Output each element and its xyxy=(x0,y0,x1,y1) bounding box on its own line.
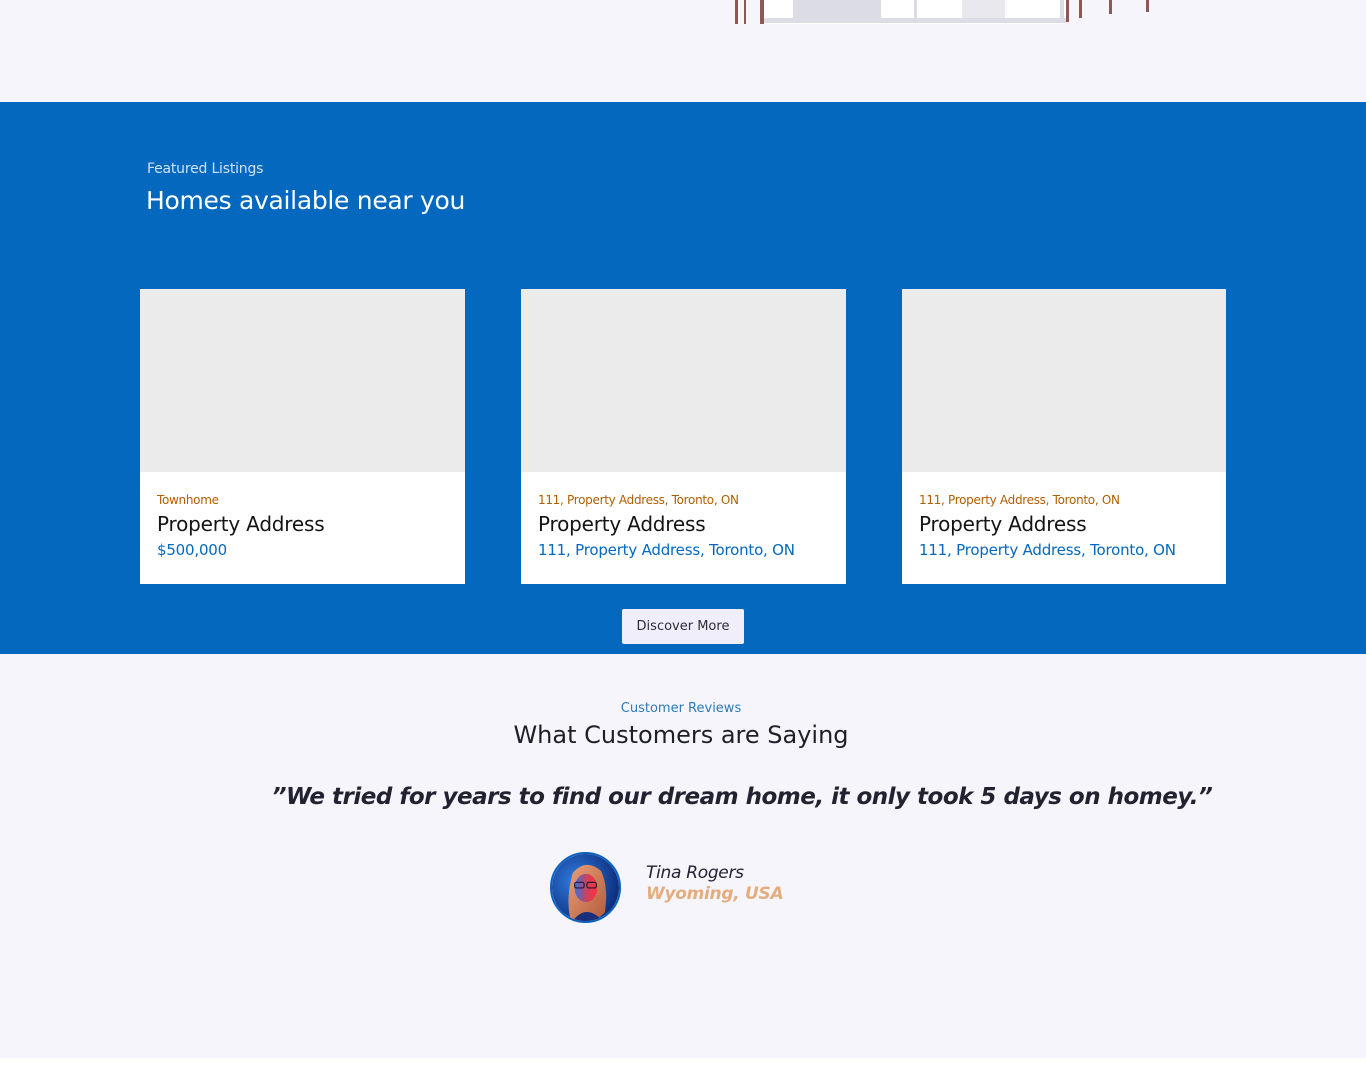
listing-card[interactable]: 111, Property Address, Toronto, ON Prope… xyxy=(902,289,1226,584)
listing-tag: 111, Property Address, Toronto, ON xyxy=(538,493,739,507)
listing-tag: 111, Property Address, Toronto, ON xyxy=(919,493,1120,507)
listing-type: Townhome xyxy=(157,493,219,507)
reviews-eyebrow: Customer Reviews xyxy=(620,701,742,716)
footer-edge xyxy=(0,1058,1366,1068)
reviewer-name: Tina Rogers xyxy=(646,863,744,883)
listing-price: $500,000 xyxy=(157,541,227,559)
reviews-title: What Customers are Saying xyxy=(513,721,849,749)
listing-image-placeholder xyxy=(902,289,1226,472)
listing-title: Property Address xyxy=(538,512,706,536)
featured-title: Homes available near you xyxy=(146,186,466,215)
hero-bottom xyxy=(0,0,1366,102)
listing-address: 111, Property Address, Toronto, ON xyxy=(538,541,795,559)
listing-card[interactable]: 111, Property Address, Toronto, ON Prope… xyxy=(521,289,846,584)
reviewer-avatar xyxy=(550,852,621,923)
listing-address: 111, Property Address, Toronto, ON xyxy=(919,541,1176,559)
listing-image-placeholder xyxy=(521,289,846,472)
testimonial-quote: ”We tried for years to find our dream ho… xyxy=(271,784,1213,810)
listing-image-placeholder xyxy=(140,289,465,472)
listing-title: Property Address xyxy=(919,512,1087,536)
reviewer-portrait-icon xyxy=(552,854,619,921)
customer-reviews-section: Customer Reviews What Customers are Sayi… xyxy=(0,654,1366,1058)
featured-listings-section: Featured Listings Homes available near y… xyxy=(0,102,1366,654)
discover-more-button[interactable]: Discover More xyxy=(622,609,744,644)
listing-card[interactable]: Townhome Property Address $500,000 xyxy=(140,289,465,584)
listing-title: Property Address xyxy=(157,512,325,536)
featured-eyebrow: Featured Listings xyxy=(147,161,264,177)
reviewer-location: Wyoming, USA xyxy=(646,884,784,904)
house-illustration xyxy=(735,0,1149,24)
